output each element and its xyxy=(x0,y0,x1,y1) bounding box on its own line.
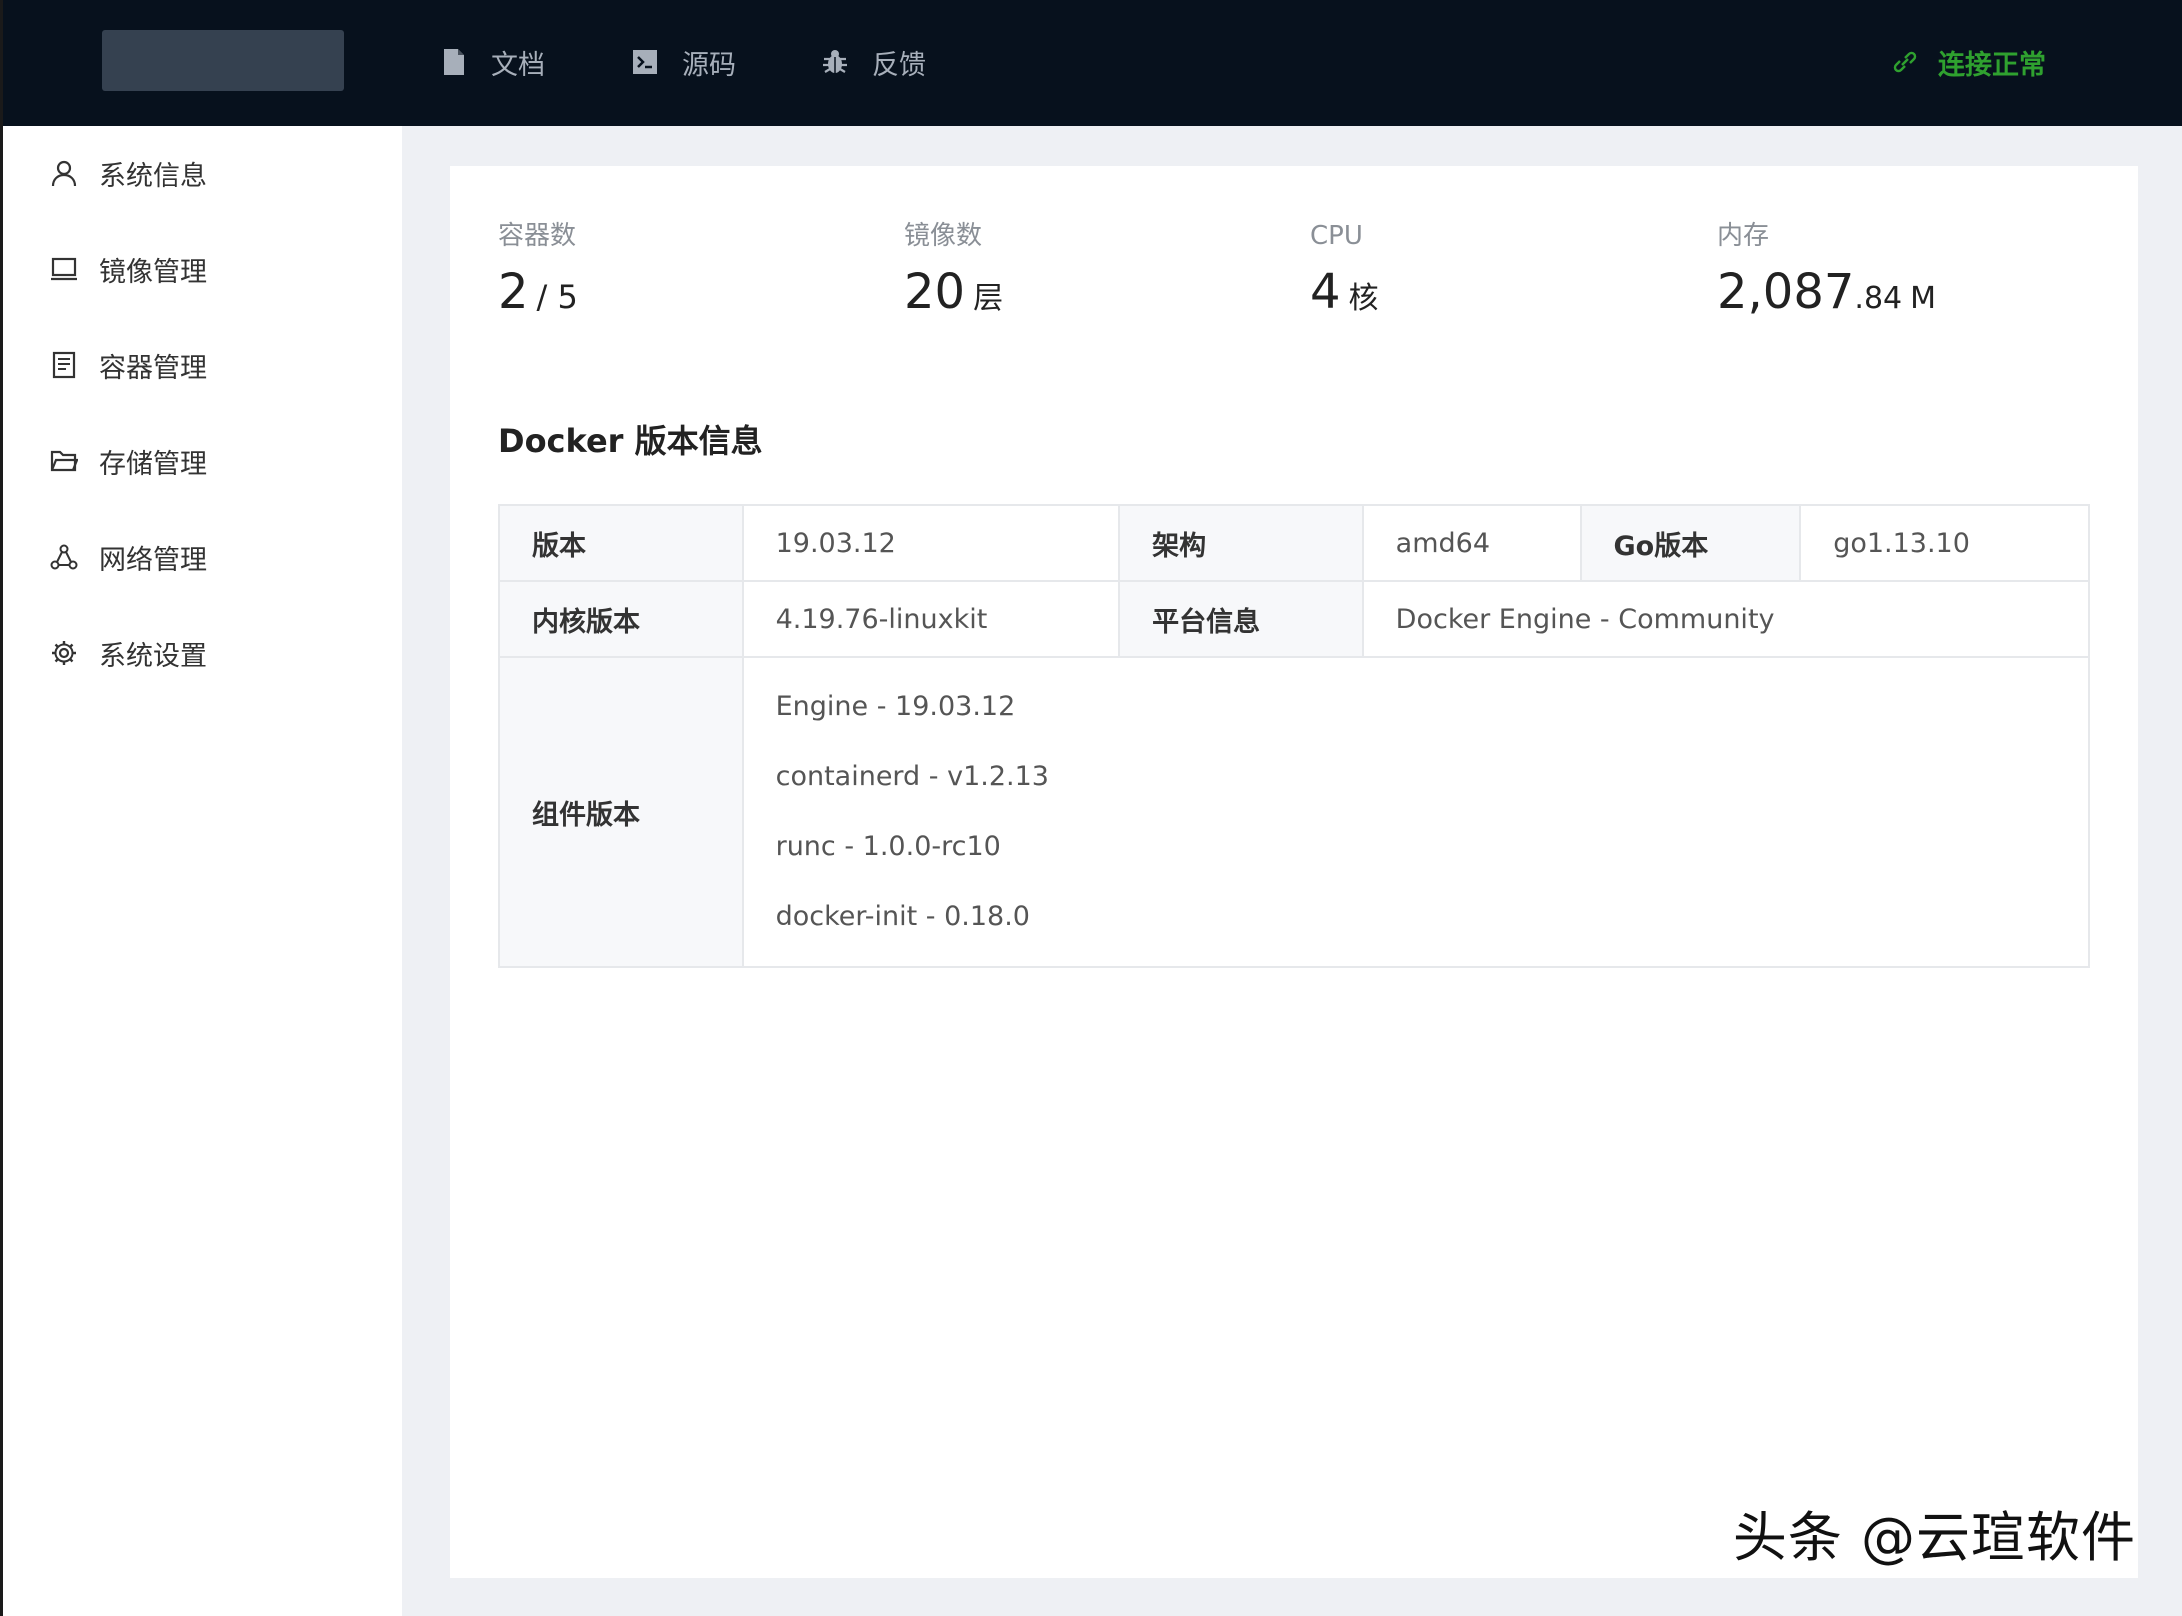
kernel-version-label: 内核版本 xyxy=(498,580,744,658)
stat-label: 容器数 xyxy=(498,221,577,251)
connection-status: 连接正常 xyxy=(1890,40,2046,84)
stat-suffix: 核 xyxy=(1348,281,1379,316)
list-item: runc - 1.0.0-rc10 xyxy=(775,831,1001,862)
nav-source-label: 源码 xyxy=(682,49,736,81)
table-row: 组件版本 Engine - 19.03.12 containerd - v1.2… xyxy=(498,656,2091,968)
top-header: 文档 源码 反馈 连接正常 xyxy=(3,0,2182,126)
components-value: Engine - 19.03.12 containerd - v1.2.13 r… xyxy=(741,656,2091,968)
list-item: Engine - 19.03.12 xyxy=(775,691,1016,722)
table-row: 内核版本 4.19.76-linuxkit 平台信息 Docker Engine… xyxy=(498,580,2091,658)
user-icon xyxy=(49,158,79,188)
kernel-version-value: 4.19.76-linuxkit xyxy=(741,580,1121,658)
sidebar-item-containers[interactable]: 容器管理 xyxy=(49,340,207,390)
nav-docs-link[interactable]: 文档 xyxy=(439,40,545,84)
sidebar-item-images[interactable]: 镜像管理 xyxy=(49,244,207,294)
gear-icon xyxy=(49,638,79,668)
system-info-card: 容器数 2 / 5 镜像数 20 层 CPU 4 核 内存 2,087 .84 … xyxy=(450,166,2138,1578)
watermark: 头条 @云瑄软件 xyxy=(1732,1506,2136,1569)
connection-status-label: 连接正常 xyxy=(1938,49,2046,81)
link-icon xyxy=(1890,47,1920,77)
sidebar-item-label: 容器管理 xyxy=(99,352,207,384)
components-label: 组件版本 xyxy=(498,656,744,968)
platform-value: Docker Engine - Community xyxy=(1361,580,2091,658)
docker-version-table: 版本 19.03.12 架构 amd64 Go版本 go1.13.10 内核版本… xyxy=(498,504,2091,968)
table-row: 版本 19.03.12 架构 amd64 Go版本 go1.13.10 xyxy=(498,504,2090,582)
terminal-icon xyxy=(630,47,660,77)
go-version-label: Go版本 xyxy=(1579,504,1802,582)
sidebar-item-storage[interactable]: 存储管理 xyxy=(49,436,207,486)
nav-feedback-label: 反馈 xyxy=(872,49,926,81)
stat-value: 4 核 xyxy=(1310,264,1379,324)
sidebar-item-system-info[interactable]: 系统信息 xyxy=(49,148,207,198)
stat-suffix: / 5 xyxy=(536,278,578,316)
platform-label: 平台信息 xyxy=(1118,580,1364,658)
stat-value: 2 / 5 xyxy=(498,264,578,324)
bug-icon xyxy=(820,47,850,77)
arch-label: 架构 xyxy=(1118,504,1364,582)
sidebar: 系统信息 镜像管理 容器管理 存储管理 网络管理 系统设置 xyxy=(3,126,402,1616)
stat-number: 2,087 xyxy=(1717,264,1855,320)
stat-containers: 容器数 2 / 5 xyxy=(498,216,578,324)
container-icon xyxy=(49,350,79,380)
network-icon xyxy=(49,542,79,572)
sidebar-item-label: 网络管理 xyxy=(99,544,207,576)
sidebar-item-label: 存储管理 xyxy=(99,448,207,480)
folder-icon xyxy=(49,446,79,476)
nav-feedback-link[interactable]: 反馈 xyxy=(820,40,926,84)
stat-number: 2 xyxy=(498,264,529,320)
stat-images: 镜像数 20 层 xyxy=(904,216,1003,324)
stat-label: CPU xyxy=(1310,221,1363,251)
sidebar-item-label: 系统设置 xyxy=(99,640,207,672)
stat-cpu: CPU 4 核 xyxy=(1310,216,1379,324)
section-title: Docker 版本信息 xyxy=(498,422,763,460)
version-label: 版本 xyxy=(498,504,744,582)
stat-value: 20 层 xyxy=(904,264,1003,324)
version-value: 19.03.12 xyxy=(741,504,1121,582)
stat-value: 2,087 .84 M xyxy=(1717,264,1936,324)
stat-number: 20 xyxy=(904,264,966,320)
stat-number: 4 xyxy=(1310,264,1341,320)
laptop-icon xyxy=(49,254,79,284)
list-item: docker-init - 0.18.0 xyxy=(775,901,1030,932)
nav-docs-label: 文档 xyxy=(491,49,545,81)
go-version-value: go1.13.10 xyxy=(1799,504,2090,582)
sidebar-item-settings[interactable]: 系统设置 xyxy=(49,628,207,678)
sidebar-item-network[interactable]: 网络管理 xyxy=(49,532,207,582)
stat-suffix: 层 xyxy=(973,281,1004,316)
stat-memory: 内存 2,087 .84 M xyxy=(1717,216,1936,324)
stat-decimals: .84 xyxy=(1854,281,1903,316)
sidebar-item-label: 系统信息 xyxy=(99,160,207,192)
document-icon xyxy=(439,47,469,77)
nav-source-link[interactable]: 源码 xyxy=(630,40,736,84)
sidebar-item-label: 镜像管理 xyxy=(99,256,207,288)
app-logo[interactable] xyxy=(102,30,344,91)
stat-suffix: M xyxy=(1910,281,1937,316)
stat-label: 内存 xyxy=(1717,221,1770,251)
component-list: Engine - 19.03.12 containerd - v1.2.13 r… xyxy=(776,658,2056,966)
list-item: containerd - v1.2.13 xyxy=(775,761,1049,792)
stat-label: 镜像数 xyxy=(904,221,983,251)
arch-value: amd64 xyxy=(1361,504,1582,582)
